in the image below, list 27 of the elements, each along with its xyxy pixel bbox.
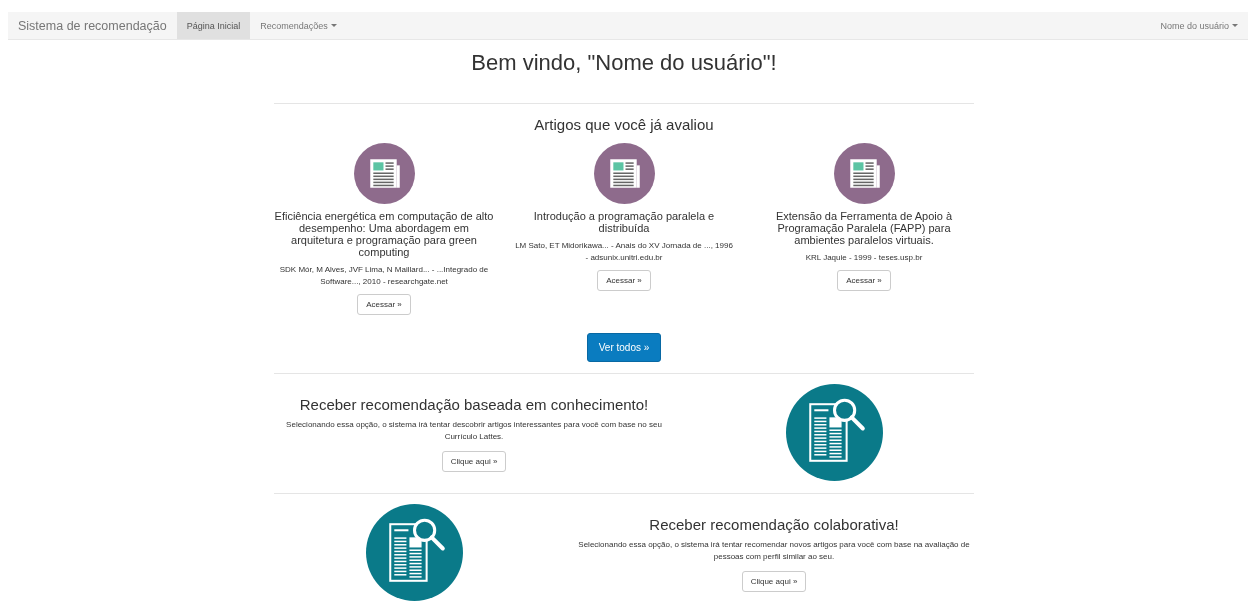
section-heading: Receber recomendação colaborativa!	[649, 516, 899, 534]
click-here-button[interactable]: Clique aqui »	[741, 571, 807, 593]
newspaper-icon	[833, 143, 895, 204]
article-title: Introdução a programação paralela e distribuída	[532, 210, 716, 235]
article-meta: KRL Jaquie - 1999 - teses.usp.br	[805, 252, 923, 265]
research-magnifier-icon	[365, 504, 463, 602]
section-description: Selecionando essa opção, o sistema irá tentar recomendar novos artigos para você com base na avaliação de pessoas com perfil similar ao seu.	[577, 539, 971, 564]
user-menu[interactable]: Nome do usuário	[1150, 12, 1248, 39]
section-description: Selecionando essa opção, o sistema irá tentar descobrir artigos interessantes para você com base no seu Currículo Lattes.	[285, 419, 663, 444]
nav-link[interactable]: Página Inicial	[176, 12, 251, 39]
section-heading: Artigos que você já avaliou	[533, 116, 715, 133]
newspaper-icon	[593, 143, 655, 204]
article-title: Extensão da Ferramenta de Apoio à Programação Paralela (FAPP) para ambientes paralelos virtuais.	[774, 210, 954, 247]
article-title: Eficiência energética em computação de alto desempenho: Uma abordagem em arquitetura e programação para green computing	[274, 210, 494, 259]
newspaper-icon	[353, 143, 415, 204]
access-button[interactable]: Acessar »	[357, 294, 411, 316]
article-meta: SDK Mór, M Alves, JVF Lima, N Maillard... - ...Integrado de Software..., 2010 - researchgate.net	[278, 264, 490, 289]
access-button[interactable]: Acessar »	[597, 270, 651, 292]
welcome-heading: Bem vindo, "Nome do usuário"!	[470, 50, 778, 76]
see-all-button[interactable]: Ver todos »	[586, 333, 662, 363]
access-button[interactable]: Acessar »	[837, 270, 891, 292]
research-magnifier-icon	[785, 384, 883, 482]
click-here-button[interactable]: Clique aqui »	[441, 451, 507, 473]
section-heading: Receber recomendação baseada em conhecimento!	[299, 396, 649, 414]
nav-link[interactable]: Recomendações	[250, 12, 347, 39]
article-meta: LM Sato, ET Midorikawa... - Anais do XV Jornada de ..., 1996 - adsunix.unitri.edu.br	[514, 240, 734, 265]
brand-link[interactable]: Sistema de recomendação	[8, 12, 177, 39]
